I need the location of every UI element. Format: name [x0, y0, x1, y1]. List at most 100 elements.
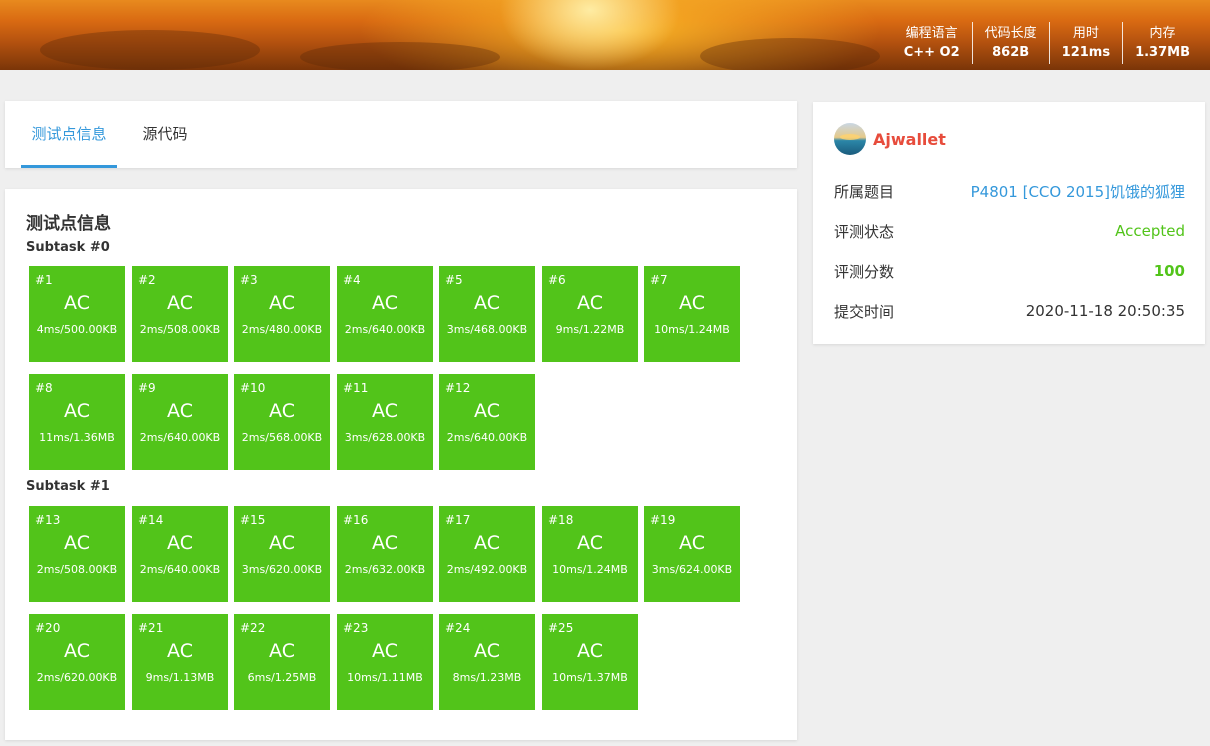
test-case-id: #4: [343, 273, 361, 287]
stat-value: 121ms: [1061, 45, 1111, 60]
test-case-status: AC: [269, 640, 295, 662]
tab-bar: 测试点信息 源代码: [5, 101, 797, 168]
test-info-panel: 测试点信息 Subtask #0 Subtask #1 #1 AC 4ms/500.…: [5, 189, 797, 740]
header-banner: 编程语言 C++ O2 代码长度 862B 用时 121ms 内存 1.37MB: [0, 0, 1210, 70]
test-case-result: 2ms/508.00KB: [139, 323, 221, 336]
test-case-id: #19: [650, 513, 676, 527]
stat-code-length: 代码长度 862B: [971, 22, 1049, 64]
test-case-tile[interactable]: #12 AC 2ms/640.00KB: [439, 374, 535, 470]
tab-source-code[interactable]: 源代码: [133, 101, 197, 168]
test-case-tile[interactable]: #14 AC 2ms/640.00KB: [132, 506, 228, 602]
test-case-tile[interactable]: #21 AC 9ms/1.13MB: [132, 614, 228, 710]
panel-title: 测试点信息: [26, 214, 111, 234]
test-case-status: AC: [474, 292, 500, 314]
test-case-status: AC: [64, 640, 90, 662]
test-case-status: AC: [64, 292, 90, 314]
submit-time-value: 2020-11-18 20:50:35: [1025, 302, 1185, 320]
test-case-tile[interactable]: #6 AC 9ms/1.22MB: [542, 266, 638, 362]
test-case-result: 2ms/640.00KB: [139, 563, 221, 576]
test-case-result: 2ms/508.00KB: [36, 563, 118, 576]
test-case-tile[interactable]: #16 AC 2ms/632.00KB: [337, 506, 433, 602]
test-case-tile[interactable]: #25 AC 10ms/1.37MB: [542, 614, 638, 710]
test-case-tile[interactable]: #13 AC 2ms/508.00KB: [29, 506, 125, 602]
test-case-id: #9: [138, 381, 156, 395]
avatar[interactable]: [834, 123, 866, 155]
test-case-tile[interactable]: #2 AC 2ms/508.00KB: [132, 266, 228, 362]
test-case-status: AC: [474, 400, 500, 422]
test-case-tile[interactable]: #1 AC 4ms/500.00KB: [29, 266, 125, 362]
test-case-status: AC: [64, 532, 90, 554]
test-case-tile[interactable]: #17 AC 2ms/492.00KB: [439, 506, 535, 602]
info-label: 评测分数: [834, 262, 895, 281]
test-case-tile[interactable]: #18 AC 10ms/1.24MB: [542, 506, 638, 602]
stat-value: 1.37MB: [1135, 45, 1190, 60]
test-case-result: 2ms/568.00KB: [241, 431, 323, 444]
test-case-id: #3: [240, 273, 258, 287]
test-case-tile[interactable]: #9 AC 2ms/640.00KB: [132, 374, 228, 470]
test-case-id: #1: [35, 273, 53, 287]
test-case-tile[interactable]: #4 AC 2ms/640.00KB: [337, 266, 433, 362]
stat-value: C++ O2: [903, 45, 960, 60]
banner-cloud: [300, 42, 500, 70]
user-info: Ajwallet: [834, 123, 946, 155]
test-case-id: #5: [445, 273, 463, 287]
test-case-tile[interactable]: #3 AC 2ms/480.00KB: [234, 266, 330, 362]
info-label: 评测状态: [834, 222, 895, 241]
test-case-status: AC: [679, 532, 705, 554]
test-case-status: AC: [64, 400, 90, 422]
test-case-status: AC: [372, 400, 398, 422]
test-case-tile[interactable]: #15 AC 3ms/620.00KB: [234, 506, 330, 602]
test-case-id: #6: [548, 273, 566, 287]
test-case-status: AC: [577, 532, 603, 554]
test-case-id: #11: [343, 381, 369, 395]
test-case-id: #22: [240, 621, 266, 635]
test-case-result: 2ms/480.00KB: [241, 323, 323, 336]
test-case-id: #23: [343, 621, 369, 635]
test-case-status: AC: [577, 292, 603, 314]
info-row-problem: 所属题目 P4801 [CCO 2015]饥饿的狐狸: [834, 179, 1185, 203]
banner-cloud: [40, 30, 260, 70]
test-case-tile[interactable]: #20 AC 2ms/620.00KB: [29, 614, 125, 710]
test-case-status: AC: [269, 532, 295, 554]
test-case-tile[interactable]: #22 AC 6ms/1.25MB: [234, 614, 330, 710]
test-case-id: #10: [240, 381, 266, 395]
subtask-label: Subtask #1: [26, 479, 110, 494]
test-case-result: 3ms/624.00KB: [651, 563, 733, 576]
test-case-status: AC: [577, 640, 603, 662]
subtask-label: Subtask #0: [26, 240, 110, 255]
test-case-tile[interactable]: #8 AC 11ms/1.36MB: [29, 374, 125, 470]
test-case-result: 2ms/640.00KB: [446, 431, 528, 444]
test-case-tile[interactable]: #11 AC 3ms/628.00KB: [337, 374, 433, 470]
tab-test-info[interactable]: 测试点信息: [21, 101, 117, 168]
test-case-id: #21: [138, 621, 164, 635]
test-case-status: AC: [167, 292, 193, 314]
test-case-result: 2ms/492.00KB: [446, 563, 528, 576]
test-case-tile[interactable]: #19 AC 3ms/624.00KB: [644, 506, 740, 602]
username-link[interactable]: Ajwallet: [873, 130, 946, 149]
test-case-id: #8: [35, 381, 53, 395]
problem-link[interactable]: P4801 [CCO 2015]饥饿的狐狸: [971, 181, 1185, 202]
test-case-id: #12: [445, 381, 471, 395]
test-case-result: 9ms/1.22MB: [555, 323, 625, 336]
test-case-status: AC: [167, 640, 193, 662]
test-case-id: #7: [650, 273, 668, 287]
test-case-result: 3ms/468.00KB: [446, 323, 528, 336]
test-case-id: #16: [343, 513, 369, 527]
stat-label: 用时: [1072, 26, 1099, 41]
stat-label: 编程语言: [905, 26, 958, 41]
test-case-tile[interactable]: #5 AC 3ms/468.00KB: [439, 266, 535, 362]
test-case-status: AC: [269, 400, 295, 422]
submission-stats: 编程语言 C++ O2 代码长度 862B 用时 121ms 内存 1.37MB: [892, 22, 1202, 64]
test-case-tile[interactable]: #7 AC 10ms/1.24MB: [644, 266, 740, 362]
test-case-result: 8ms/1.23MB: [452, 671, 522, 684]
test-case-tile[interactable]: #24 AC 8ms/1.23MB: [439, 614, 535, 710]
test-case-result: 2ms/640.00KB: [139, 431, 221, 444]
test-case-status: AC: [167, 532, 193, 554]
submission-info-panel: Ajwallet 所属题目 P4801 [CCO 2015]饥饿的狐狸 评测状态…: [813, 102, 1205, 344]
test-case-status: AC: [474, 640, 500, 662]
stat-memory: 内存 1.37MB: [1122, 22, 1202, 64]
test-case-status: AC: [372, 292, 398, 314]
test-case-id: #24: [445, 621, 471, 635]
test-case-tile[interactable]: #10 AC 2ms/568.00KB: [234, 374, 330, 470]
test-case-tile[interactable]: #23 AC 10ms/1.11MB: [337, 614, 433, 710]
